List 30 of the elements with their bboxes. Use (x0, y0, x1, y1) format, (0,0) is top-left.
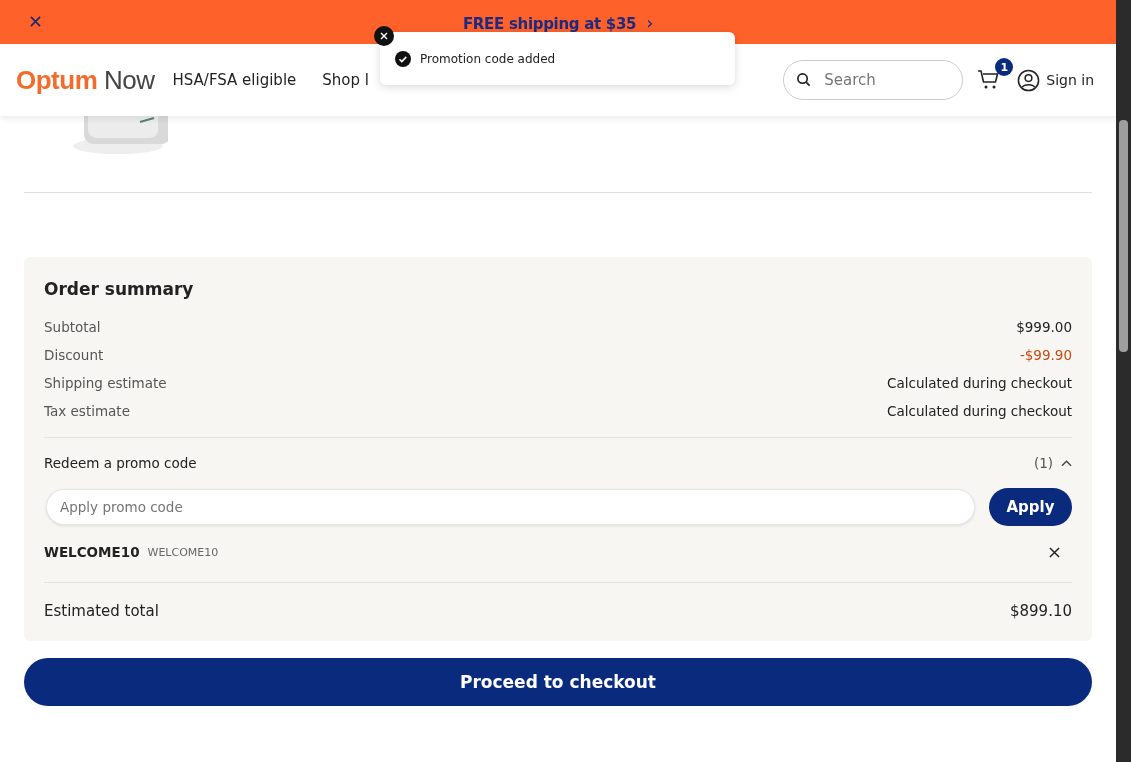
total-value: $899.10 (1009, 602, 1072, 620)
promo-description: WELCOME10 (147, 545, 220, 559)
summary-label: Discount (44, 347, 104, 363)
summary-label: Shipping estimate (44, 375, 167, 391)
logo[interactable]: Optum Now (16, 64, 155, 96)
apply-button[interactable]: Apply (989, 488, 1072, 526)
nav-link[interactable]: HSA/FSA eligible (172, 71, 297, 89)
search-field[interactable]: Search (783, 60, 964, 100)
promo-code: WELCOME10 (44, 544, 140, 560)
nav-link[interactable]: Shop l (322, 71, 369, 89)
summary-label: Subtotal (44, 319, 101, 335)
user-icon (1017, 68, 1041, 92)
remove-icon[interactable] (1049, 546, 1060, 558)
promo-toggle[interactable]: Redeem a promo code (1) (44, 450, 1072, 476)
free-shipping-link[interactable]: FREE shipping at $35 › (462, 11, 654, 33)
summary-label: Tax estimate (44, 403, 130, 419)
scrollbar-thumb[interactable] (1119, 120, 1128, 352)
check-icon (395, 50, 411, 67)
summary-value: Calculated during checkout (887, 403, 1072, 419)
sign-in-link[interactable]: Sign in (1017, 68, 1094, 92)
summary-value: -$99.90 (1019, 347, 1072, 363)
summary-value: $999.00 (1016, 319, 1072, 335)
cart-count-badge: 1 (995, 58, 1014, 76)
summary-value: Calculated during checkout (887, 375, 1072, 391)
promo-code-field[interactable]: Apply promo code (46, 489, 975, 525)
close-icon[interactable] (374, 26, 394, 46)
checkout-button[interactable]: Proceed to checkout (24, 658, 1092, 706)
total-label: Estimated total (44, 602, 159, 620)
order-summary-title: Order summary (44, 279, 195, 299)
toast-message: Promotion code added (420, 51, 556, 66)
